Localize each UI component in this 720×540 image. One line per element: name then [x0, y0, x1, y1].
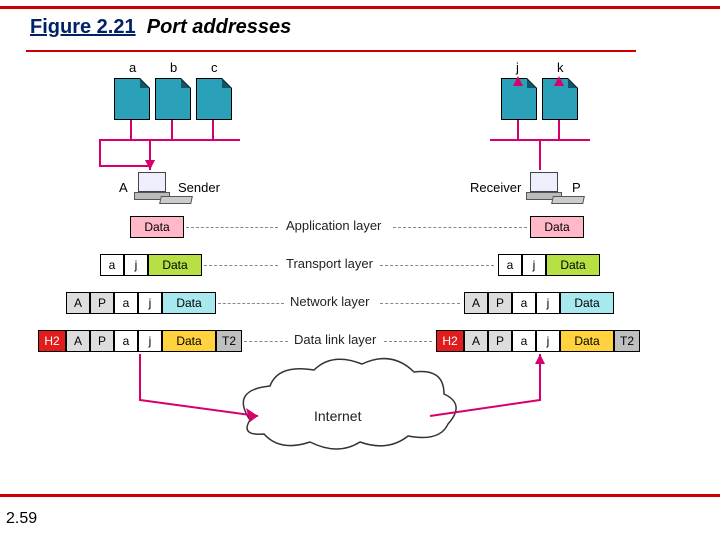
dash — [380, 265, 494, 266]
proc-label-k: k — [557, 60, 564, 75]
sender-role: Sender — [178, 180, 220, 195]
proc-icon — [542, 78, 578, 120]
proc-label-b: b — [170, 60, 177, 75]
layer-datalink: Data link layer — [294, 332, 376, 347]
pdu-nw-P-left: P — [90, 292, 114, 314]
proc-label-j: j — [516, 60, 519, 75]
layer-transport: Transport layer — [286, 256, 373, 271]
sender-host-A: A — [119, 180, 128, 195]
figure-title: Figure 2.21 Port addresses — [30, 16, 291, 39]
figure-caption: Port addresses — [147, 16, 292, 38]
proc-label-c: c — [211, 60, 218, 75]
dash — [384, 341, 432, 342]
rule-top — [0, 6, 720, 9]
keyboard-icon — [551, 196, 585, 204]
pdu-dl-P-right: P — [488, 330, 512, 352]
pdu-dl-j-left: j — [138, 330, 162, 352]
pdu-dl-data-left: Data — [162, 330, 216, 352]
pdu-tr-data-right: Data — [546, 254, 600, 276]
pdu-dl-H2-right: H2 — [436, 330, 464, 352]
pdu-dl-a-right: a — [512, 330, 536, 352]
pdu-tr-j-left: j — [124, 254, 148, 276]
pdu-dl-A-left: A — [66, 330, 90, 352]
monitor-icon — [138, 172, 166, 192]
pdu-app-data-left: Data — [130, 216, 184, 238]
pdu-dl-T2-left: T2 — [216, 330, 242, 352]
pdu-dl-data-right: Data — [560, 330, 614, 352]
layer-network: Network layer — [290, 294, 369, 309]
proc-icon — [196, 78, 232, 120]
dash — [204, 265, 278, 266]
pdu-nw-a-right: a — [512, 292, 536, 314]
dash — [380, 303, 460, 304]
pdu-dl-a-left: a — [114, 330, 138, 352]
layer-application: Application layer — [286, 218, 381, 233]
pdu-tr-data-left: Data — [148, 254, 202, 276]
cloud-label: Internet — [314, 408, 361, 424]
pdu-tr-a-left: a — [100, 254, 124, 276]
pdu-nw-j-left: j — [138, 292, 162, 314]
monitor-icon — [530, 172, 558, 192]
pdu-dl-T2-right: T2 — [614, 330, 640, 352]
pdu-dl-P-left: P — [90, 330, 114, 352]
dash — [186, 227, 278, 228]
proc-icon — [501, 78, 537, 120]
proc-label-a: a — [129, 60, 136, 75]
pdu-nw-data-left: Data — [162, 292, 216, 314]
rule-subtitle — [26, 50, 636, 52]
dash — [244, 341, 288, 342]
rule-bottom — [0, 494, 720, 497]
proc-icon — [155, 78, 191, 120]
pdu-nw-A-right: A — [464, 292, 488, 314]
pdu-app-data-right: Data — [530, 216, 584, 238]
pdu-nw-data-right: Data — [560, 292, 614, 314]
pdu-nw-j-right: j — [536, 292, 560, 314]
pdu-nw-P-right: P — [488, 292, 512, 314]
figure-number: Figure 2.21 — [30, 16, 136, 38]
pdu-dl-j-right: j — [536, 330, 560, 352]
pdu-nw-a-left: a — [114, 292, 138, 314]
keyboard-icon — [159, 196, 193, 204]
pdu-tr-a-right: a — [498, 254, 522, 276]
proc-icon — [114, 78, 150, 120]
dash — [218, 303, 284, 304]
receiver-role: Receiver — [470, 180, 521, 195]
page-number: 2.59 — [6, 510, 37, 528]
pdu-nw-A-left: A — [66, 292, 90, 314]
dash — [393, 227, 527, 228]
pdu-dl-H2-left: H2 — [38, 330, 66, 352]
pdu-tr-j-right: j — [522, 254, 546, 276]
receiver-host-P: P — [572, 180, 581, 195]
pdu-dl-A-right: A — [464, 330, 488, 352]
